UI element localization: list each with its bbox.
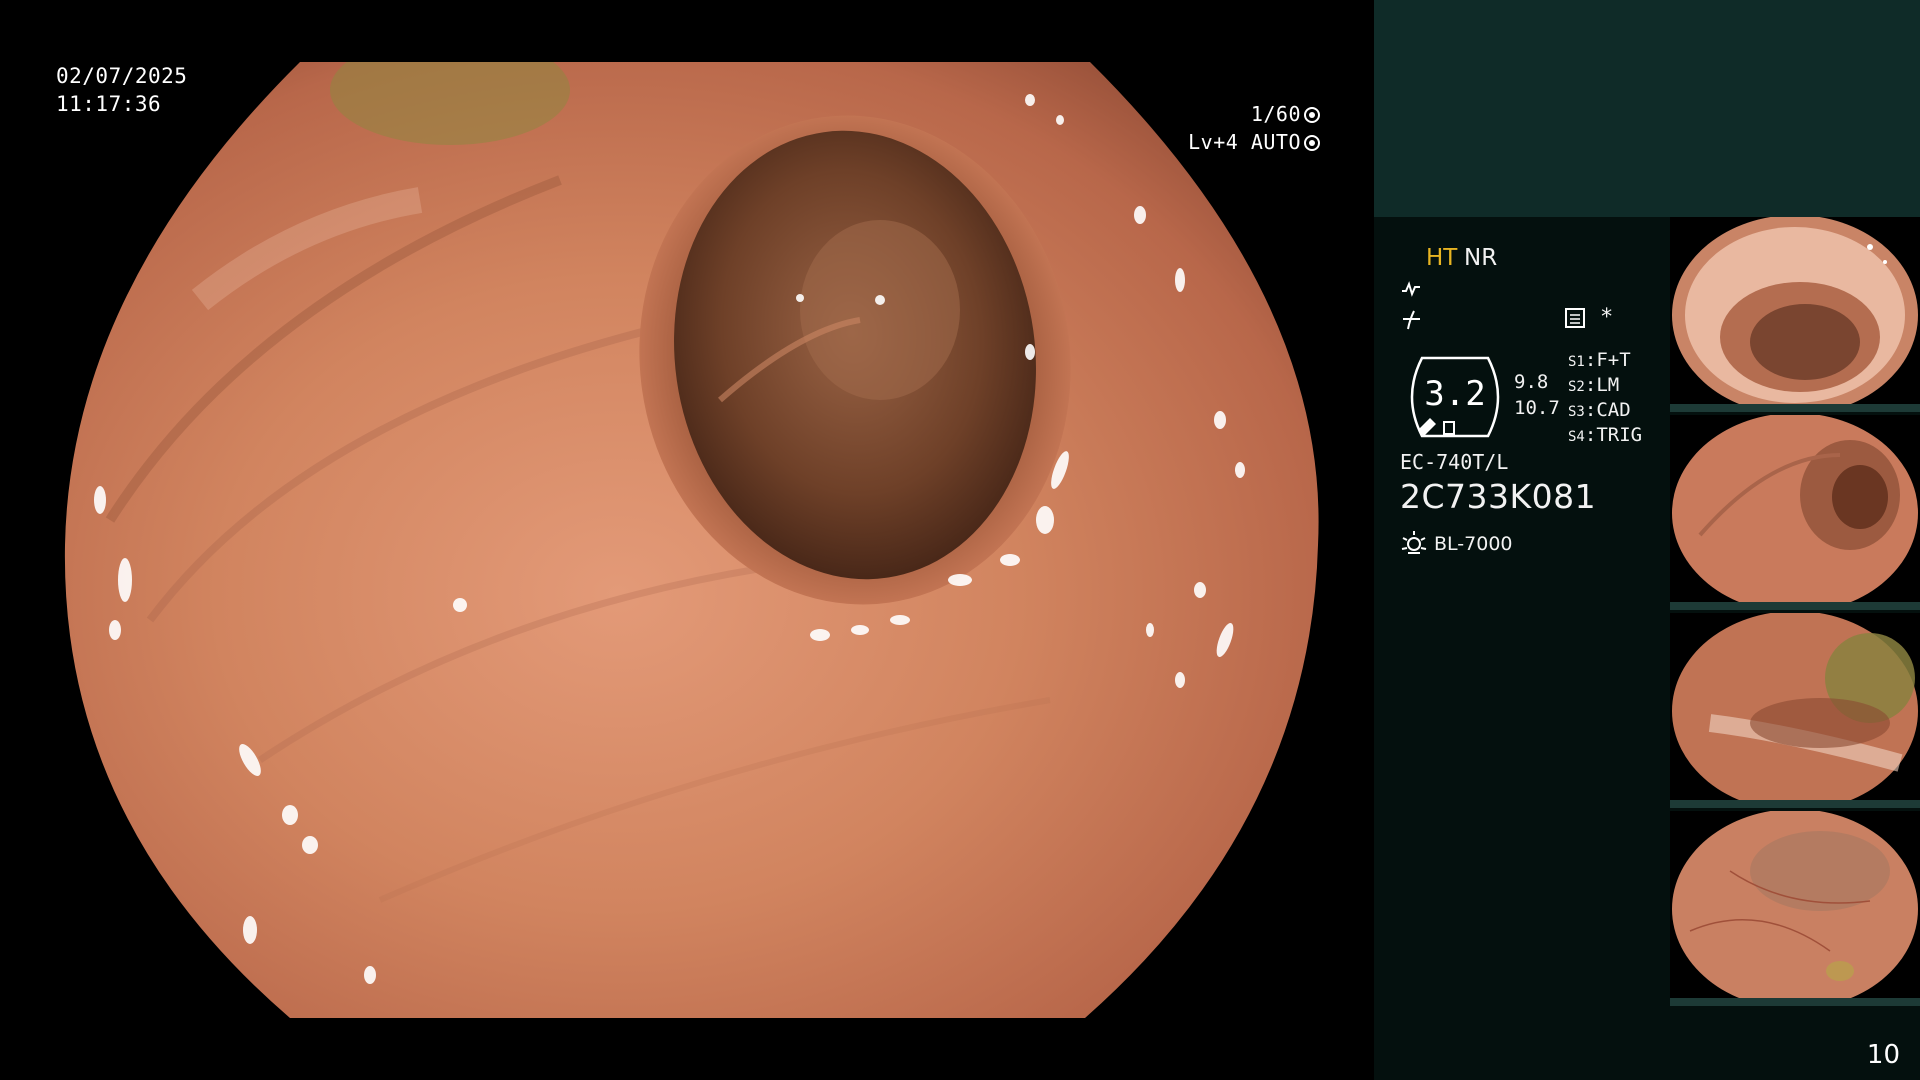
captured-thumbnail-2[interactable] xyxy=(1670,415,1920,610)
switch-1: S1:F+T xyxy=(1568,349,1631,371)
switch-label: TRIG xyxy=(1596,424,1643,446)
value-b: 10.7 xyxy=(1514,397,1560,419)
switch-label: F+T xyxy=(1596,349,1631,371)
datetime-overlay: 02/07/2025 11:17:36 xyxy=(56,62,187,118)
curve-icon xyxy=(1403,310,1420,330)
level-text: Lv+4 AUTO xyxy=(1188,130,1301,154)
switch-key: S1 xyxy=(1568,354,1585,370)
scope-model: EC-740T/L xyxy=(1400,450,1509,474)
switch-3: S3:CAD xyxy=(1568,399,1631,421)
panel-header-band xyxy=(1374,0,1920,217)
endoscope-main-view: 02/07/2025 11:17:36 1/60 Lv+4 AUTO xyxy=(0,0,1374,1080)
thumbnail-image xyxy=(1672,811,1918,1006)
endoscopic-image xyxy=(64,62,1319,1018)
page-number: 10 xyxy=(1866,1040,1900,1070)
captured-thumbnail-1[interactable] xyxy=(1670,217,1920,412)
switch-key: S2 xyxy=(1568,379,1585,395)
shutter-icon xyxy=(1304,107,1320,123)
scope-serial: 2C733K081 xyxy=(1400,477,1597,516)
thumbnail-strip xyxy=(1670,602,1920,610)
switch-label: LM xyxy=(1596,374,1620,396)
thumbnail-image xyxy=(1672,415,1918,610)
switch-key: S3 xyxy=(1568,404,1585,420)
scope-info-area: HT NR * 3.2 9.8 10.7 S1:F+T S2:LM S3:CAD… xyxy=(1374,217,1670,1080)
value-a: 9.8 xyxy=(1514,371,1549,393)
thumbnail-image xyxy=(1672,613,1918,808)
switch-label: CAD xyxy=(1596,399,1631,421)
switch-4: S4:TRIG xyxy=(1568,424,1643,446)
document-icon xyxy=(1565,308,1585,328)
captured-thumbnail-4[interactable] xyxy=(1670,811,1920,1006)
mode-ht-label: HT xyxy=(1426,245,1458,271)
side-panel: HT NR * 3.2 9.8 10.7 S1:F+T S2:LM S3:CAD… xyxy=(1374,0,1920,1080)
thumbnail-strip xyxy=(1670,800,1920,808)
thumbnail-image xyxy=(1672,217,1918,412)
switch-key: S4 xyxy=(1568,429,1585,445)
thumbnail-strip xyxy=(1670,998,1920,1006)
waveform-icon xyxy=(1402,281,1420,297)
switch-2: S2:LM xyxy=(1568,374,1620,396)
shutter-speed: 1/60 xyxy=(1250,102,1301,126)
star-indicator: * xyxy=(1600,305,1614,330)
date-text: 02/07/2025 xyxy=(56,64,188,88)
dial-value: 3.2 xyxy=(1424,374,1486,414)
time-text: 11:17:36 xyxy=(56,92,162,116)
level-overlay: Lv+4 AUTO xyxy=(1150,128,1320,156)
shutter-overlay: 1/60 xyxy=(1150,100,1320,128)
light-source-label: BL-7000 xyxy=(1434,533,1513,555)
auto-icon xyxy=(1304,135,1320,151)
light-source-icon xyxy=(1401,531,1427,554)
captured-thumbnail-3[interactable] xyxy=(1670,613,1920,808)
mode-nr-label: NR xyxy=(1464,245,1498,271)
dial-indicator: 3.2 xyxy=(1400,352,1510,442)
thumbnail-strip xyxy=(1670,404,1920,412)
